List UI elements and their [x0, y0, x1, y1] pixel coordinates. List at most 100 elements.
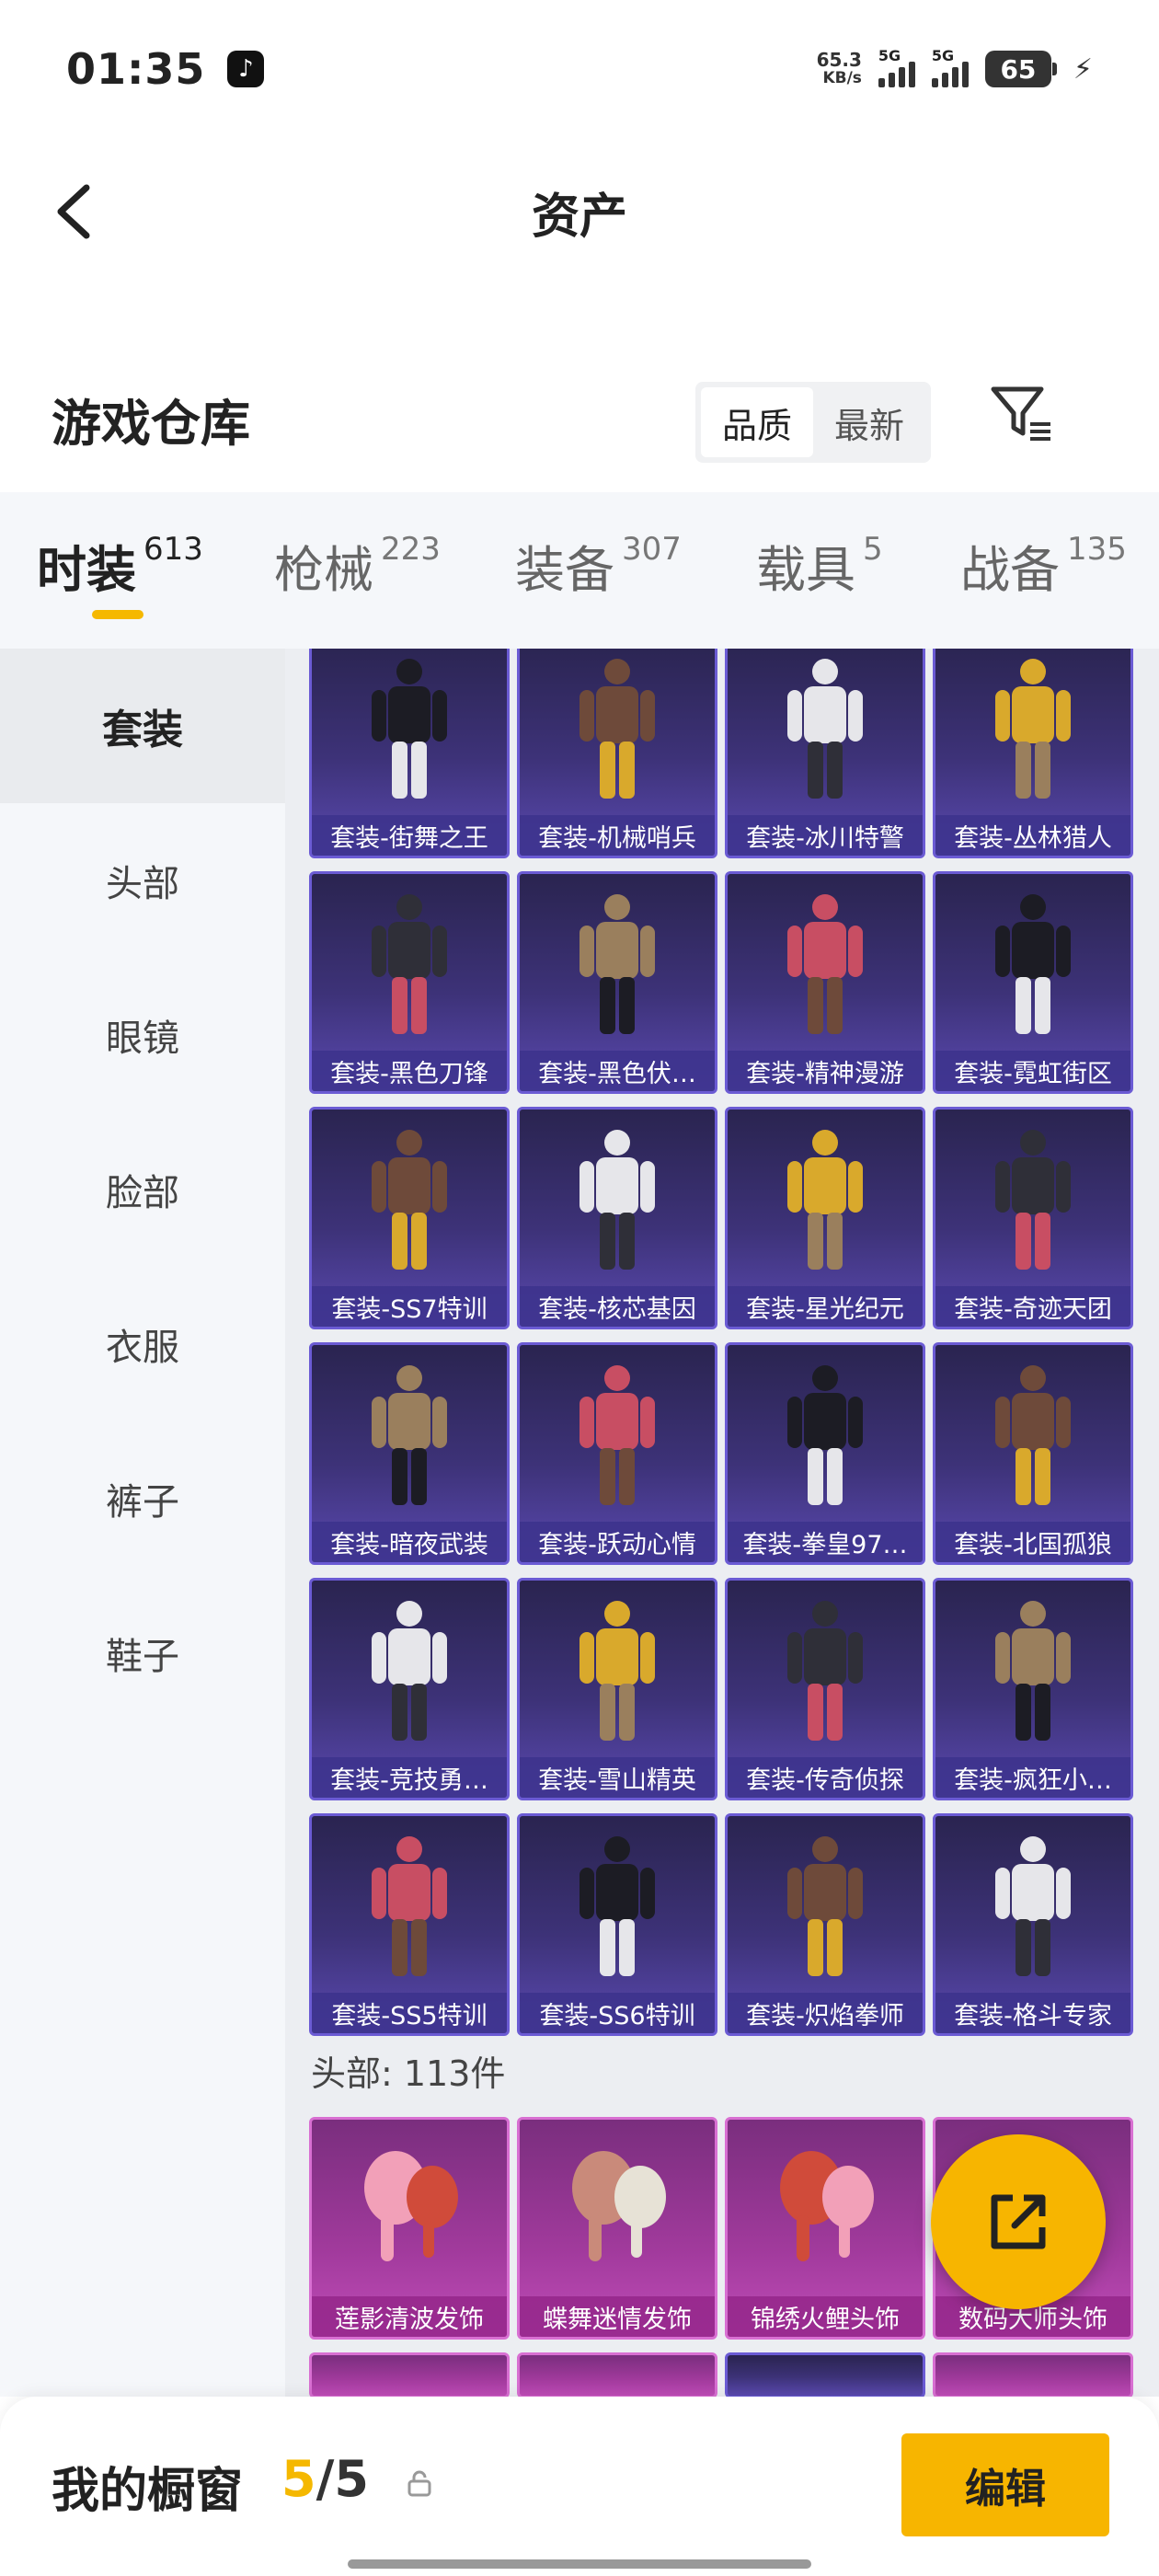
edit-button[interactable]: 编辑	[901, 2433, 1109, 2536]
share-button[interactable]	[931, 2134, 1106, 2309]
item-name: 套装-炽焰拳师	[728, 1993, 923, 2033]
item-card[interactable]: 套装-黑色刀锋	[309, 871, 510, 1094]
item-name: 套装-SS5特训	[312, 1993, 507, 2033]
item-card[interactable]: 套装-竞技勇…	[309, 1578, 510, 1800]
item-card[interactable]: 套装-拳皇97…	[725, 1342, 925, 1565]
sidebar-item-clothes[interactable]: 衣服	[0, 1267, 285, 1421]
item-image-icon	[995, 1365, 1071, 1505]
tab-gear[interactable]: 战备 135	[960, 529, 1127, 602]
item-image-icon	[995, 659, 1071, 799]
item-card[interactable]: 套装-暗夜武装	[309, 1342, 510, 1565]
tab-label: 装备	[515, 541, 614, 599]
item-card[interactable]: 蝶舞迷情发饰	[517, 2117, 717, 2340]
item-name: 套装-北国孤狼	[935, 1522, 1130, 1562]
tab-guns[interactable]: 枪械 223	[274, 529, 441, 602]
battery-icon: 65	[984, 51, 1057, 87]
sidebar-item-head[interactable]: 头部	[0, 803, 285, 958]
item-card[interactable]	[725, 2352, 925, 2397]
tab-vehicles[interactable]: 载具 5	[756, 529, 883, 602]
item-card[interactable]: 套装-冰川特警	[725, 649, 925, 858]
sidebar-item-pants[interactable]: 裤子	[0, 1421, 285, 1576]
item-image-icon	[580, 1365, 655, 1505]
item-image-icon	[995, 894, 1071, 1034]
tab-equipment[interactable]: 装备 307	[515, 529, 682, 602]
item-image-icon	[787, 1836, 863, 1976]
sort-quality-button[interactable]: 品质	[701, 387, 813, 457]
item-card[interactable]: 套装-精神漫游	[725, 871, 925, 1094]
sort-latest-button[interactable]: 最新	[813, 387, 925, 457]
showcase-count: 5/5	[281, 2450, 369, 2508]
item-card[interactable]: 套装-雪山精英	[517, 1578, 717, 1800]
item-card[interactable]: 套装-跃动心情	[517, 1342, 717, 1565]
item-card[interactable]	[309, 2352, 510, 2397]
item-name: 套装-街舞之王	[312, 815, 507, 856]
sidebar-item-suit[interactable]: 套装	[0, 649, 285, 803]
item-card[interactable]	[517, 2352, 717, 2397]
item-image-icon	[995, 1130, 1071, 1270]
item-card[interactable]: 套装-格斗专家	[933, 1813, 1133, 2036]
item-image-icon	[372, 1365, 447, 1505]
signal-label: 5G	[931, 47, 955, 64]
suit-grid: 套装-街舞之王 套装-机械哨兵 套装-冰川特警 套装-丛林猎人套装-黑色刀锋 套装-黑色…	[309, 649, 1137, 2036]
charging-icon: ⚡	[1073, 52, 1093, 86]
item-card[interactable]: 套装-核芯基因	[517, 1107, 717, 1329]
item-name: 套装-霓虹街区	[935, 1051, 1130, 1091]
item-name: 套装-星光纪元	[728, 1286, 923, 1327]
item-card[interactable]: 套装-奇迹天团	[933, 1107, 1133, 1329]
item-name: 套装-机械哨兵	[520, 815, 715, 856]
item-name: 锦绣火鲤头饰	[728, 2296, 923, 2337]
sidebar-item-glasses[interactable]: 眼镜	[0, 958, 285, 1112]
item-name: 套装-核芯基因	[520, 1286, 715, 1327]
item-image-icon	[995, 1601, 1071, 1741]
signal-icon: 5G	[931, 47, 969, 87]
item-image-icon	[372, 659, 447, 799]
item-name: 套装-奇迹天团	[935, 1286, 1130, 1327]
item-card[interactable]: 套装-机械哨兵	[517, 649, 717, 858]
item-card[interactable]: 套装-炽焰拳师	[725, 1813, 925, 2036]
item-card[interactable]: 套装-SS7特训	[309, 1107, 510, 1329]
item-image-icon	[580, 894, 655, 1034]
status-indicators: 65.3 KB/s 5G 5G 65 ⚡	[817, 47, 1093, 87]
item-card[interactable]: 套装-传奇侦探	[725, 1578, 925, 1800]
active-tab-indicator	[92, 610, 143, 619]
item-name: 套装-传奇侦探	[728, 1757, 923, 1798]
tab-label: 枪械	[274, 541, 373, 599]
item-card[interactable]: 套装-霓虹街区	[933, 871, 1133, 1094]
page-title: 资产	[531, 189, 627, 245]
item-name: 套装-冰川特警	[728, 815, 923, 856]
nav-bar: 资产	[0, 138, 1159, 285]
showcase-separator: /	[316, 2450, 335, 2508]
network-speed: 65.3 KB/s	[817, 51, 862, 87]
item-image-icon	[572, 2151, 666, 2261]
item-card[interactable]	[933, 2352, 1133, 2397]
item-card[interactable]: 套装-街舞之王	[309, 649, 510, 858]
tab-count: 135	[1067, 531, 1127, 568]
item-card[interactable]: 套装-黑色伏…	[517, 871, 717, 1094]
tab-fashion[interactable]: 时装 613	[37, 529, 203, 602]
item-image-icon	[787, 1130, 863, 1270]
item-card[interactable]: 套装-北国孤狼	[933, 1342, 1133, 1565]
item-card[interactable]: 套装-丛林猎人	[933, 649, 1133, 858]
filter-icon[interactable]	[984, 376, 1058, 450]
item-card[interactable]: 套装-疯狂小…	[933, 1578, 1133, 1800]
sidebar-item-face[interactable]: 脸部	[0, 1112, 285, 1267]
back-arrow-icon[interactable]	[44, 175, 118, 248]
item-name: 莲影清波发饰	[312, 2296, 507, 2337]
subcategory-sidebar: 套装 头部 眼镜 脸部 衣服 裤子 鞋子	[0, 649, 285, 2397]
sidebar-item-shoes[interactable]: 鞋子	[0, 1576, 285, 1731]
showcase-max: 5	[334, 2450, 369, 2508]
item-card[interactable]: 套装-SS5特训	[309, 1813, 510, 2036]
item-card[interactable]: 套装-SS6特训	[517, 1813, 717, 2036]
item-name: 蝶舞迷情发饰	[520, 2296, 715, 2337]
network-speed-value: 65.3	[816, 49, 862, 71]
home-indicator[interactable]	[348, 2559, 811, 2569]
item-card[interactable]: 锦绣火鲤头饰	[725, 2117, 925, 2340]
item-image-icon	[787, 659, 863, 799]
warehouse-header: 游戏仓库 品质 最新	[0, 363, 1159, 474]
item-card[interactable]: 套装-星光纪元	[725, 1107, 925, 1329]
item-card[interactable]: 莲影清波发饰	[309, 2117, 510, 2340]
sort-toggle: 品质 最新	[695, 382, 931, 463]
share-icon	[991, 2194, 1046, 2249]
item-image-icon	[787, 1365, 863, 1505]
warehouse-title: 游戏仓库	[52, 394, 250, 453]
